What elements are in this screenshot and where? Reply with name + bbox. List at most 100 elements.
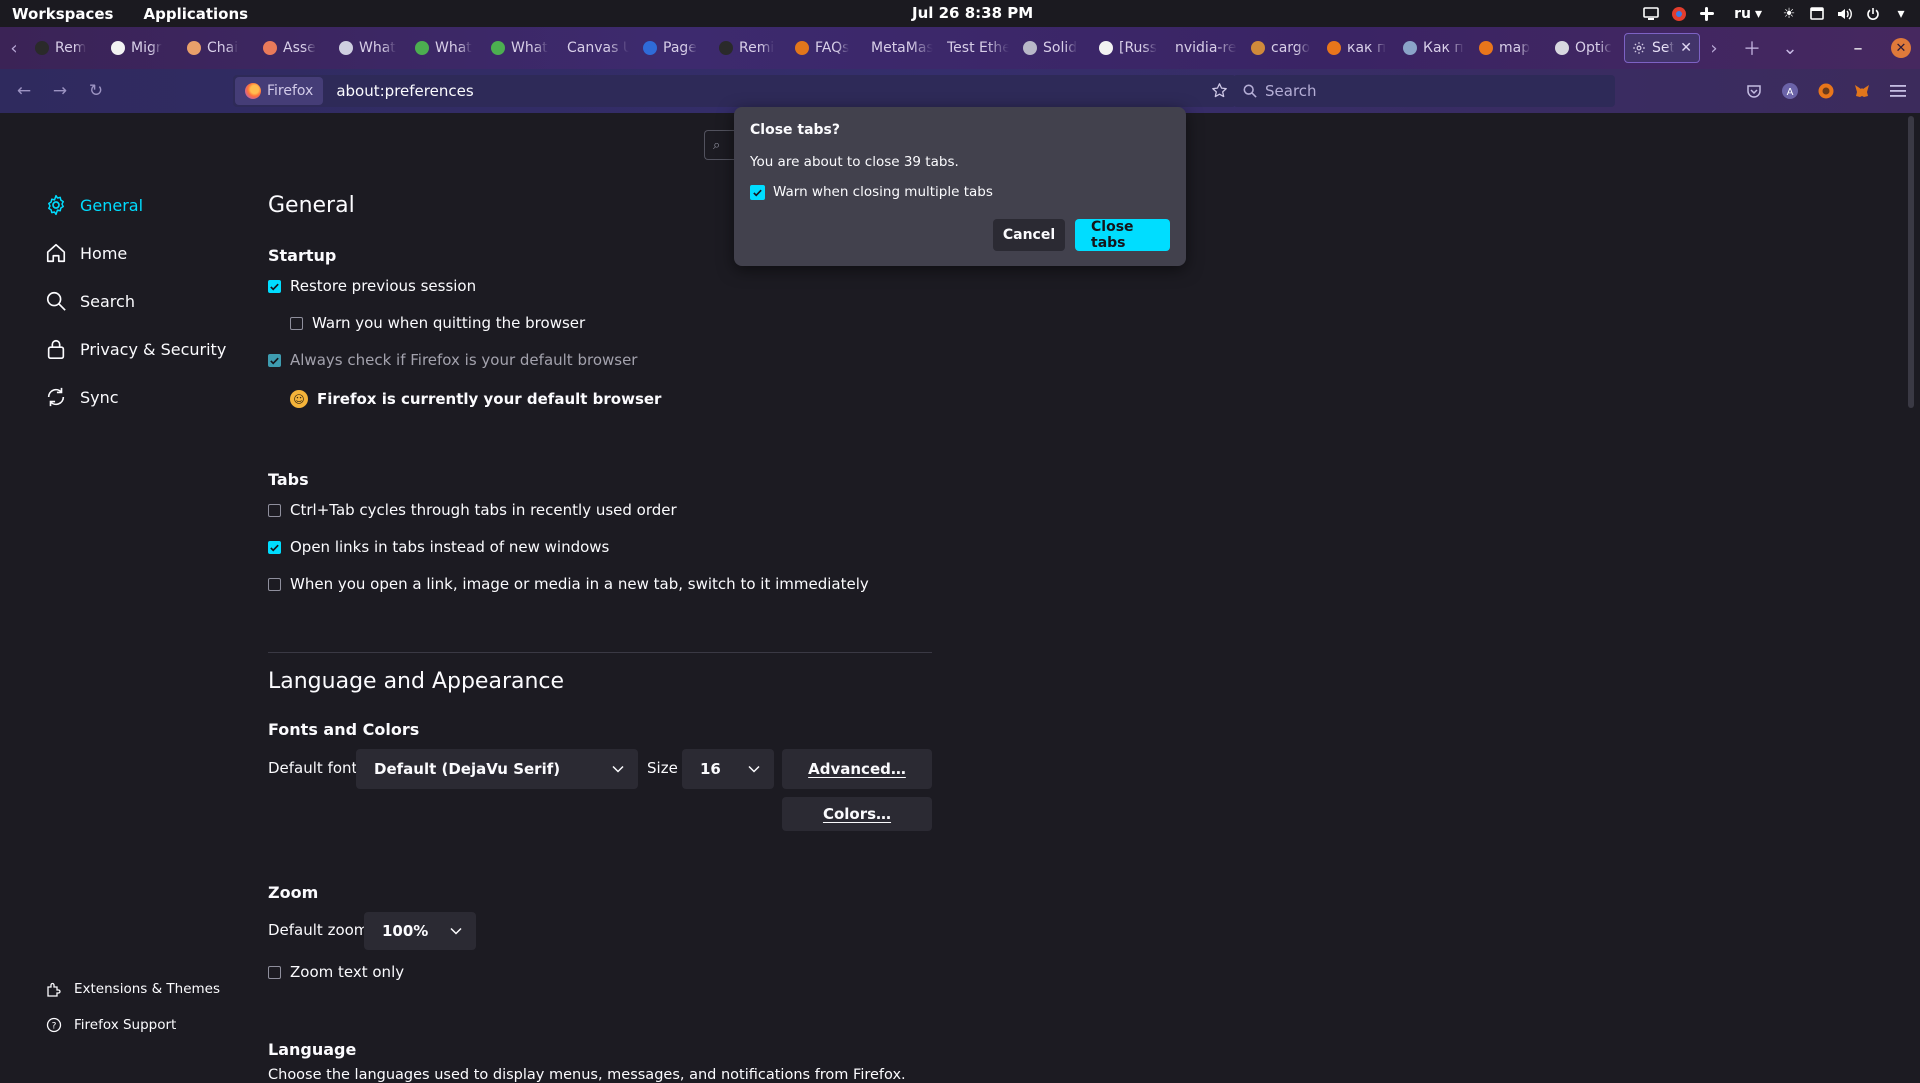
warn-closing-option[interactable]: Warn when closing multiple tabs bbox=[750, 184, 1170, 200]
advanced-fonts-button[interactable]: Advanced… bbox=[782, 749, 932, 789]
tab-favicon bbox=[795, 41, 809, 55]
keyboard-layout-indicator[interactable]: ru ▾ bbox=[1734, 6, 1762, 22]
monitor-tray-icon[interactable] bbox=[1642, 5, 1660, 23]
chevron-down-icon[interactable]: ▾ bbox=[1892, 5, 1910, 23]
browser-tab[interactable]: nvidia-re bbox=[1168, 33, 1244, 63]
browser-tab[interactable]: What bbox=[332, 33, 408, 63]
sidebar-item-general[interactable]: General bbox=[44, 193, 143, 217]
close-window-button[interactable]: ✕ bbox=[1891, 38, 1911, 58]
tab-title: [Russ bbox=[1119, 40, 1158, 56]
warn-closing-checkbox[interactable] bbox=[750, 184, 765, 200]
hamburger-menu-icon[interactable] bbox=[1884, 77, 1912, 105]
extension-icon[interactable] bbox=[1812, 77, 1840, 105]
applications-menu[interactable]: Applications bbox=[143, 5, 248, 23]
sidebar-item-search[interactable]: Search bbox=[44, 289, 135, 313]
power-icon[interactable] bbox=[1864, 5, 1882, 23]
sidebar-item-home[interactable]: Home bbox=[44, 241, 127, 265]
warn-quit-checkbox[interactable] bbox=[290, 316, 303, 330]
browser-tab[interactable]: Rem bbox=[28, 33, 104, 63]
tab-favicon bbox=[1555, 41, 1569, 55]
brightness-icon[interactable]: ☀ bbox=[1780, 5, 1798, 23]
browser-tab[interactable]: Asse bbox=[256, 33, 332, 63]
minimize-window-button[interactable]: – bbox=[1839, 27, 1877, 69]
browser-tab[interactable]: What bbox=[484, 33, 560, 63]
browser-tab[interactable]: Canvas U bbox=[560, 33, 636, 63]
url-bar[interactable]: Firefox about:preferences bbox=[233, 75, 1236, 107]
back-button[interactable]: ← bbox=[6, 73, 42, 109]
tab-title: Set bbox=[1652, 40, 1675, 56]
browser-tab[interactable]: Optic bbox=[1548, 33, 1624, 63]
url-text[interactable]: about:preferences bbox=[336, 82, 473, 100]
firefox-logo-icon bbox=[245, 83, 261, 99]
list-all-tabs-button[interactable]: ⌄ bbox=[1771, 27, 1809, 69]
sidebar-item-label: Sync bbox=[80, 387, 119, 407]
warn-quit-option[interactable]: Warn you when quitting the browser bbox=[290, 314, 585, 332]
chevron-down-icon bbox=[612, 765, 624, 773]
metamask-fox-icon[interactable] bbox=[1848, 77, 1876, 105]
tab-title: Optic bbox=[1575, 40, 1612, 56]
cancel-button[interactable]: Cancel bbox=[993, 219, 1065, 251]
sidebar-item-sync[interactable]: Sync bbox=[44, 385, 119, 409]
pocket-icon[interactable] bbox=[1740, 77, 1768, 105]
open-links-checkbox[interactable] bbox=[268, 540, 281, 554]
window-icon[interactable] bbox=[1808, 5, 1826, 23]
tab-favicon bbox=[643, 41, 657, 55]
browser-tab[interactable]: Migr bbox=[104, 33, 180, 63]
sidebar-item-privacy[interactable]: Privacy & Security bbox=[44, 337, 226, 361]
new-tab-button[interactable]: ＋ bbox=[1733, 27, 1771, 69]
zoom-text-only-option[interactable]: Zoom text only bbox=[268, 963, 404, 981]
workspaces-menu[interactable]: Workspaces bbox=[12, 5, 113, 23]
browser-tab-active[interactable]: Set ✕ bbox=[1624, 33, 1700, 63]
tab-favicon bbox=[111, 41, 125, 55]
restore-session-checkbox[interactable] bbox=[268, 279, 281, 293]
firefox-support-label: Firefox Support bbox=[74, 1017, 177, 1033]
browser-tab[interactable]: Test Ethe bbox=[940, 33, 1016, 63]
default-font-select[interactable]: Default (DejaVu Serif) bbox=[356, 749, 638, 789]
slack-tray-icon[interactable] bbox=[1698, 5, 1716, 23]
font-size-value: 16 bbox=[700, 760, 721, 778]
identity-box[interactable]: Firefox bbox=[235, 77, 324, 105]
zoom-text-only-checkbox[interactable] bbox=[268, 965, 281, 979]
switch-new-tab-option[interactable]: When you open a link, image or media in … bbox=[268, 575, 869, 593]
identity-label: Firefox bbox=[267, 83, 314, 99]
forward-button[interactable]: → bbox=[42, 73, 78, 109]
browser-tab[interactable]: FAQs bbox=[788, 33, 864, 63]
browser-tab[interactable]: Page bbox=[636, 33, 712, 63]
scrollbar[interactable] bbox=[1908, 116, 1914, 408]
language-heading: Language bbox=[268, 1040, 357, 1059]
extensions-themes-link[interactable]: Extensions & Themes bbox=[46, 981, 220, 997]
browser-tab[interactable]: MetaMas bbox=[864, 33, 940, 63]
ctrl-tab-option[interactable]: Ctrl+Tab cycles through tabs in recently… bbox=[268, 501, 677, 519]
browser-tab[interactable]: map bbox=[1472, 33, 1548, 63]
scroll-tabs-left-button[interactable]: ‹ bbox=[0, 27, 28, 69]
browser-tab[interactable]: [Russ bbox=[1092, 33, 1168, 63]
browser-tab[interactable]: Chai bbox=[180, 33, 256, 63]
restore-session-option[interactable]: Restore previous session bbox=[268, 277, 476, 295]
default-zoom-select[interactable]: 100% bbox=[364, 912, 476, 950]
reload-button[interactable]: ↻ bbox=[78, 73, 114, 109]
colors-button[interactable]: Colors… bbox=[782, 797, 932, 831]
chrome-tray-icon[interactable] bbox=[1670, 5, 1688, 23]
browser-tab[interactable]: cargo bbox=[1244, 33, 1320, 63]
firefox-support-link[interactable]: ? Firefox Support bbox=[46, 1017, 176, 1033]
browser-tab[interactable]: Как п bbox=[1396, 33, 1472, 63]
clock[interactable]: Jul 26 8:38 PM bbox=[912, 4, 1033, 22]
volume-icon[interactable] bbox=[1836, 5, 1854, 23]
browser-tab[interactable]: Solid bbox=[1016, 33, 1092, 63]
tab-title: Remi bbox=[739, 40, 775, 56]
browser-tab[interactable]: как п bbox=[1320, 33, 1396, 63]
browser-tab[interactable]: What bbox=[408, 33, 484, 63]
sidebar-item-label: Home bbox=[80, 243, 128, 263]
search-bar[interactable]: Search bbox=[1233, 75, 1615, 107]
switch-new-tab-checkbox[interactable] bbox=[268, 577, 281, 591]
bookmark-star-icon[interactable] bbox=[1211, 82, 1228, 99]
close-tabs-button[interactable]: Close tabs bbox=[1075, 219, 1170, 251]
browser-tab[interactable]: Remi bbox=[712, 33, 788, 63]
scroll-tabs-right-button[interactable]: › bbox=[1700, 27, 1728, 69]
open-links-option[interactable]: Open links in tabs instead of new window… bbox=[268, 538, 609, 556]
account-avatar-icon[interactable]: A bbox=[1776, 77, 1804, 105]
font-size-select[interactable]: 16 bbox=[682, 749, 774, 789]
ctrl-tab-checkbox[interactable] bbox=[268, 503, 281, 517]
close-tab-icon[interactable]: ✕ bbox=[1680, 40, 1692, 56]
default-browser-check-label: Always check if Firefox is your default … bbox=[290, 351, 638, 369]
